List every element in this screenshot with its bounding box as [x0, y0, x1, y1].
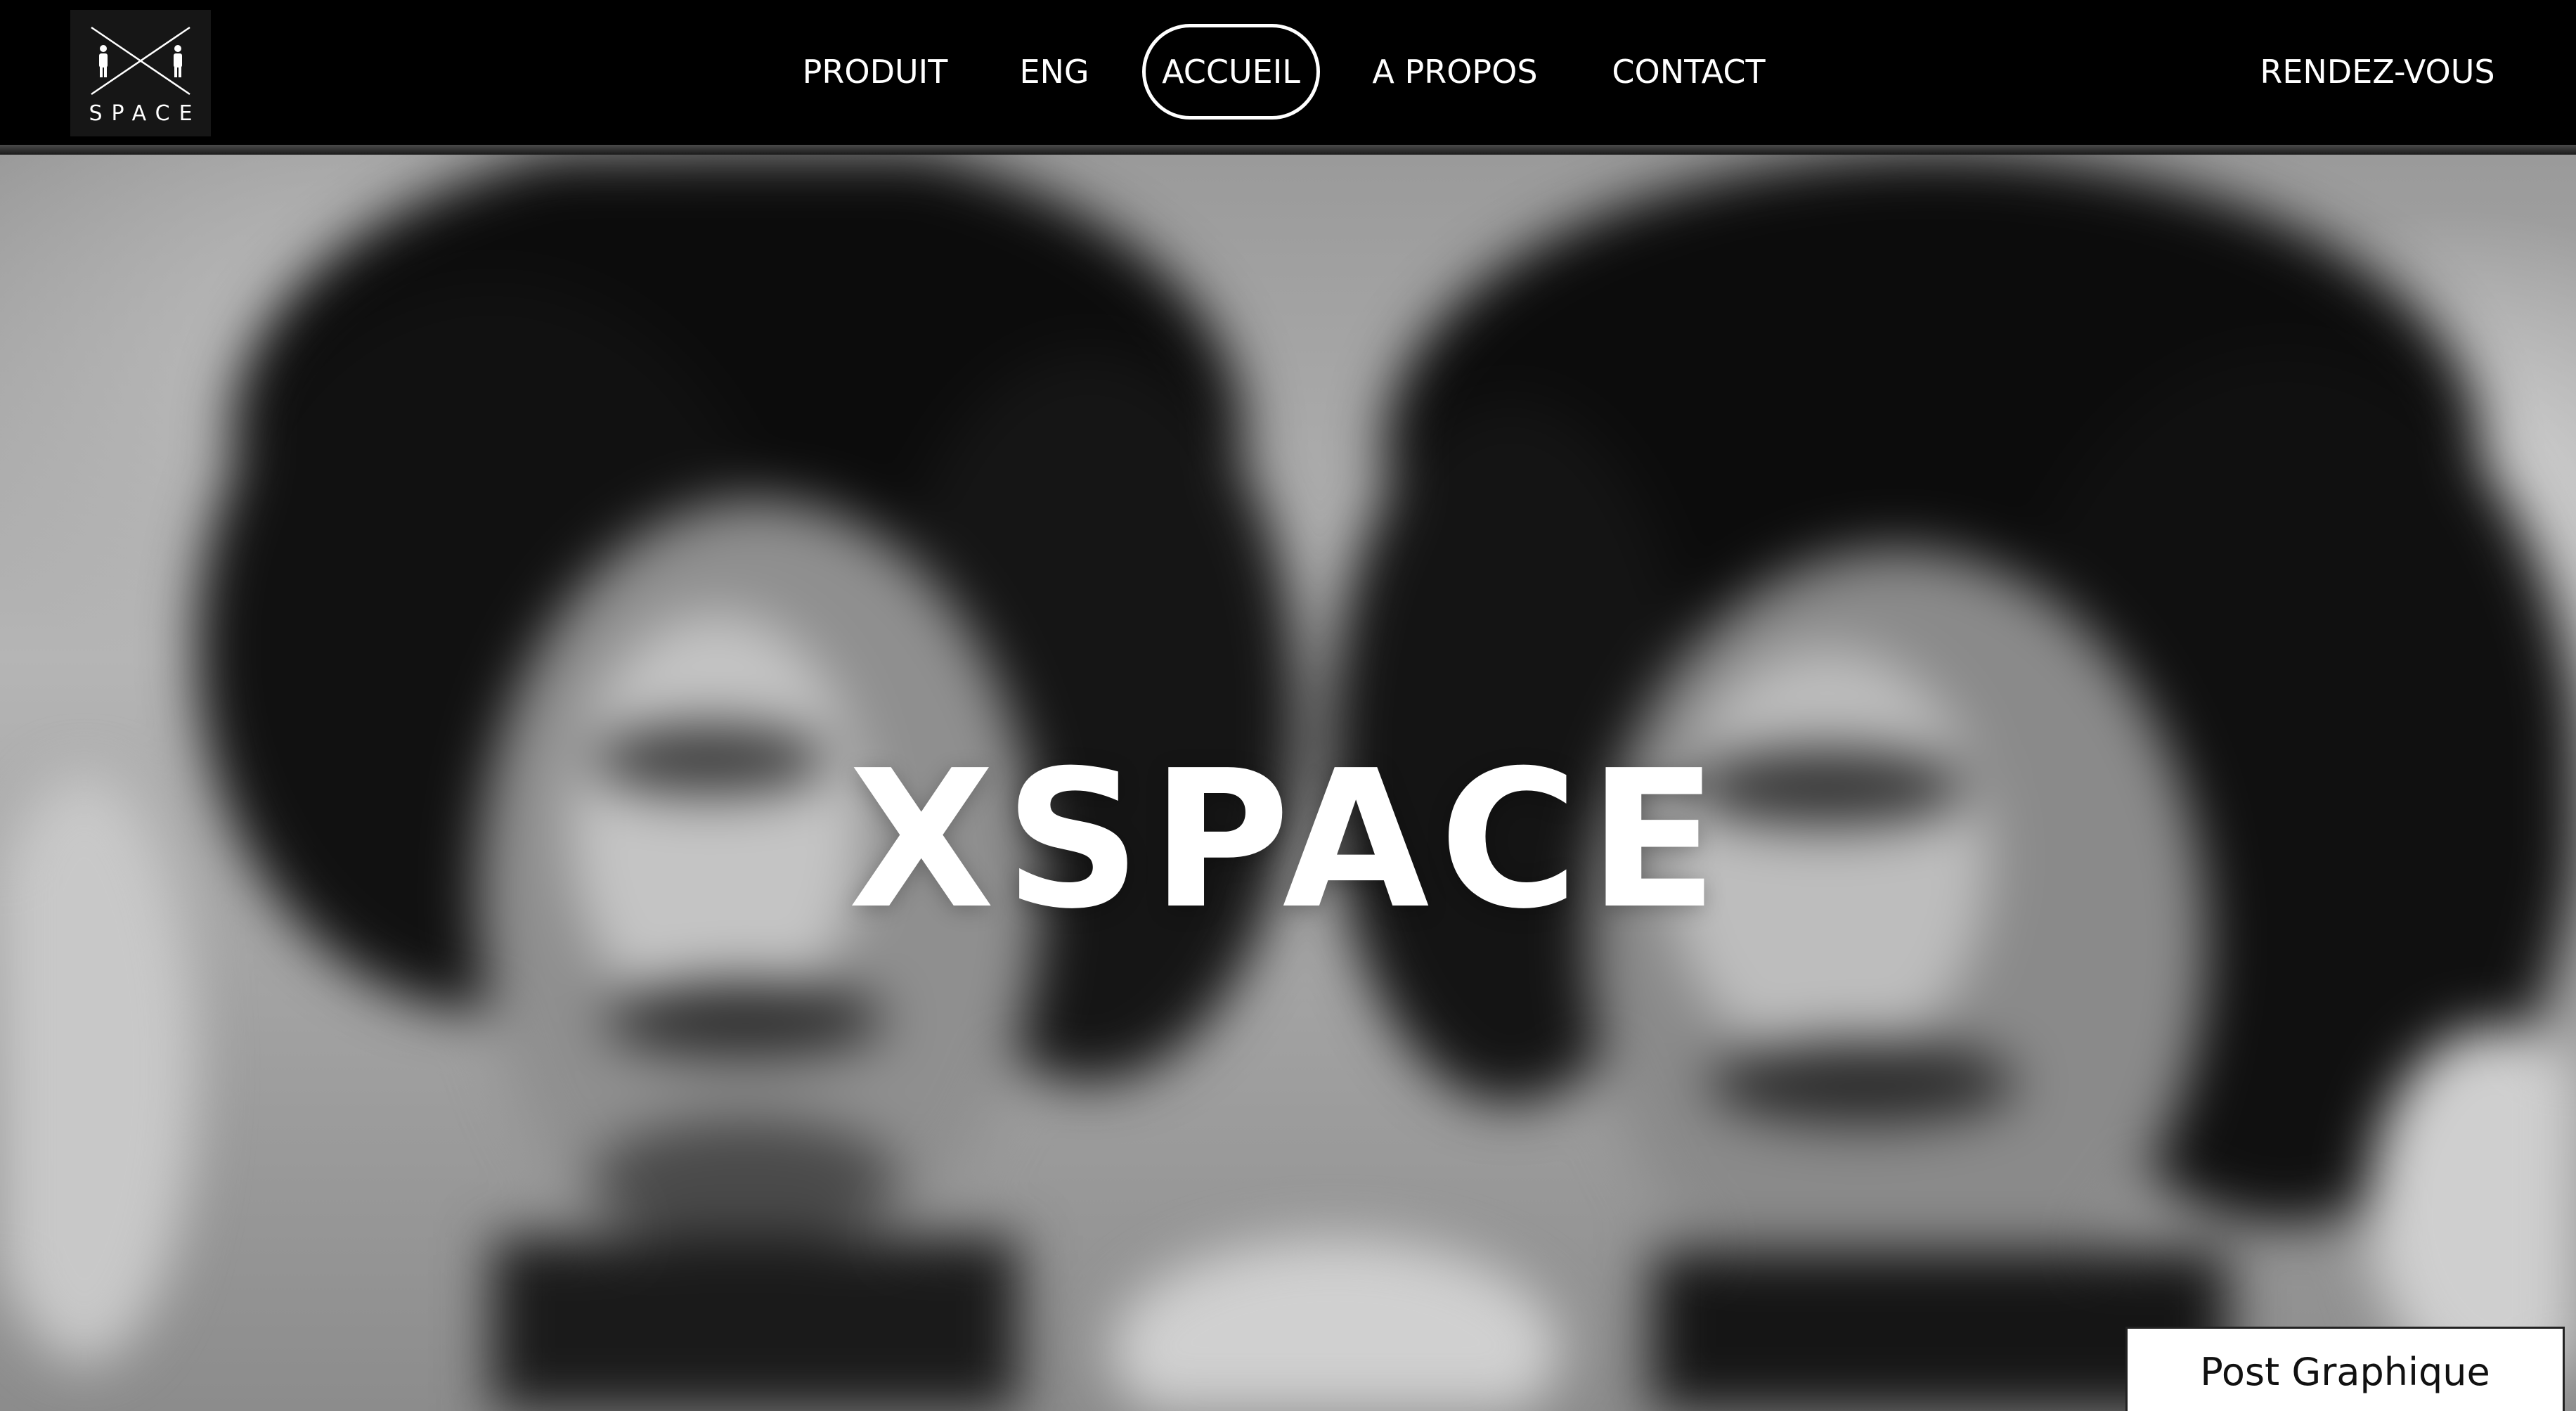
xspace-logo-icon	[91, 26, 190, 96]
nav-item-a-propos[interactable]: A PROPOS	[1367, 24, 1543, 120]
hero-section: XSPACE	[0, 155, 2576, 1411]
header-divider	[0, 145, 2576, 155]
nav-item-contact[interactable]: CONTACT	[1599, 24, 1778, 120]
nav-item-eng[interactable]: ENG	[1005, 24, 1103, 120]
nav-item-produit[interactable]: PRODUIT	[794, 24, 956, 120]
post-graphique-button[interactable]: Post Graphique	[2125, 1327, 2565, 1411]
page: SPACE PRODUIT ENG ACCUEIL A PROPOS CONTA…	[0, 0, 2576, 1411]
hero-title: XSPACE	[848, 729, 1728, 951]
site-logo[interactable]: SPACE	[70, 10, 211, 136]
nav-item-accueil[interactable]: ACCUEIL	[1142, 24, 1320, 120]
rendez-vous-button[interactable]: RENDEZ-VOUS	[2249, 24, 2506, 120]
site-header: SPACE PRODUIT ENG ACCUEIL A PROPOS CONTA…	[0, 0, 2576, 145]
logo-text: SPACE	[89, 101, 202, 126]
